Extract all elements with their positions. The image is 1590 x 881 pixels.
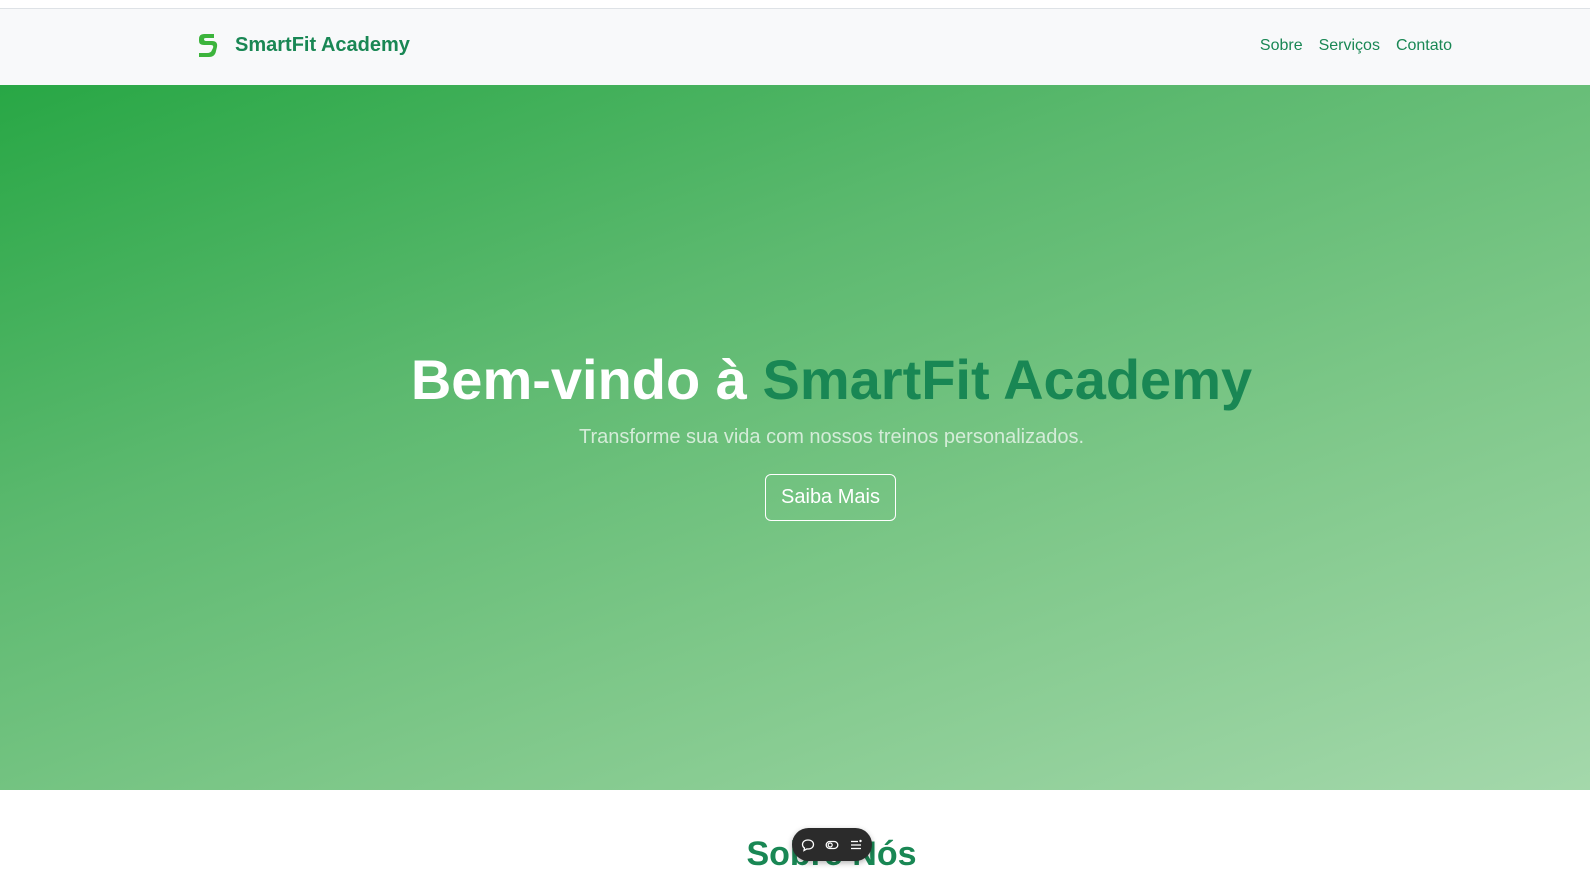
brand-name: SmartFit Academy xyxy=(235,34,410,56)
hero-section: Bem-vindo à SmartFit Academy Transforme … xyxy=(0,85,1590,790)
toggle-icon[interactable] xyxy=(824,837,840,853)
brand-link[interactable]: SmartFit Academy xyxy=(196,31,410,59)
nav-link-servicos[interactable]: Serviços xyxy=(1319,36,1380,56)
saiba-mais-button[interactable]: Saiba Mais xyxy=(765,474,896,521)
navbar: SmartFit Academy Sobre Serviços Contato xyxy=(0,9,1590,86)
nav-link-sobre[interactable]: Sobre xyxy=(1260,36,1303,56)
hero-title-prefix: Bem-vindo à xyxy=(410,348,763,411)
comment-icon[interactable] xyxy=(800,837,816,853)
nav-links: Sobre Serviços Contato xyxy=(1260,36,1452,56)
nav-link-contato[interactable]: Contato xyxy=(1396,36,1452,56)
list-icon[interactable] xyxy=(848,837,864,853)
s-logo-icon xyxy=(196,31,220,59)
floating-toolbar xyxy=(792,828,872,861)
hero-subtitle: Transforme sua vida com nossos treinos p… xyxy=(578,426,1085,448)
hero-title-accent: SmartFit Academy xyxy=(762,348,1253,411)
hero-title: Bem-vindo à SmartFit Academy xyxy=(0,347,1590,413)
